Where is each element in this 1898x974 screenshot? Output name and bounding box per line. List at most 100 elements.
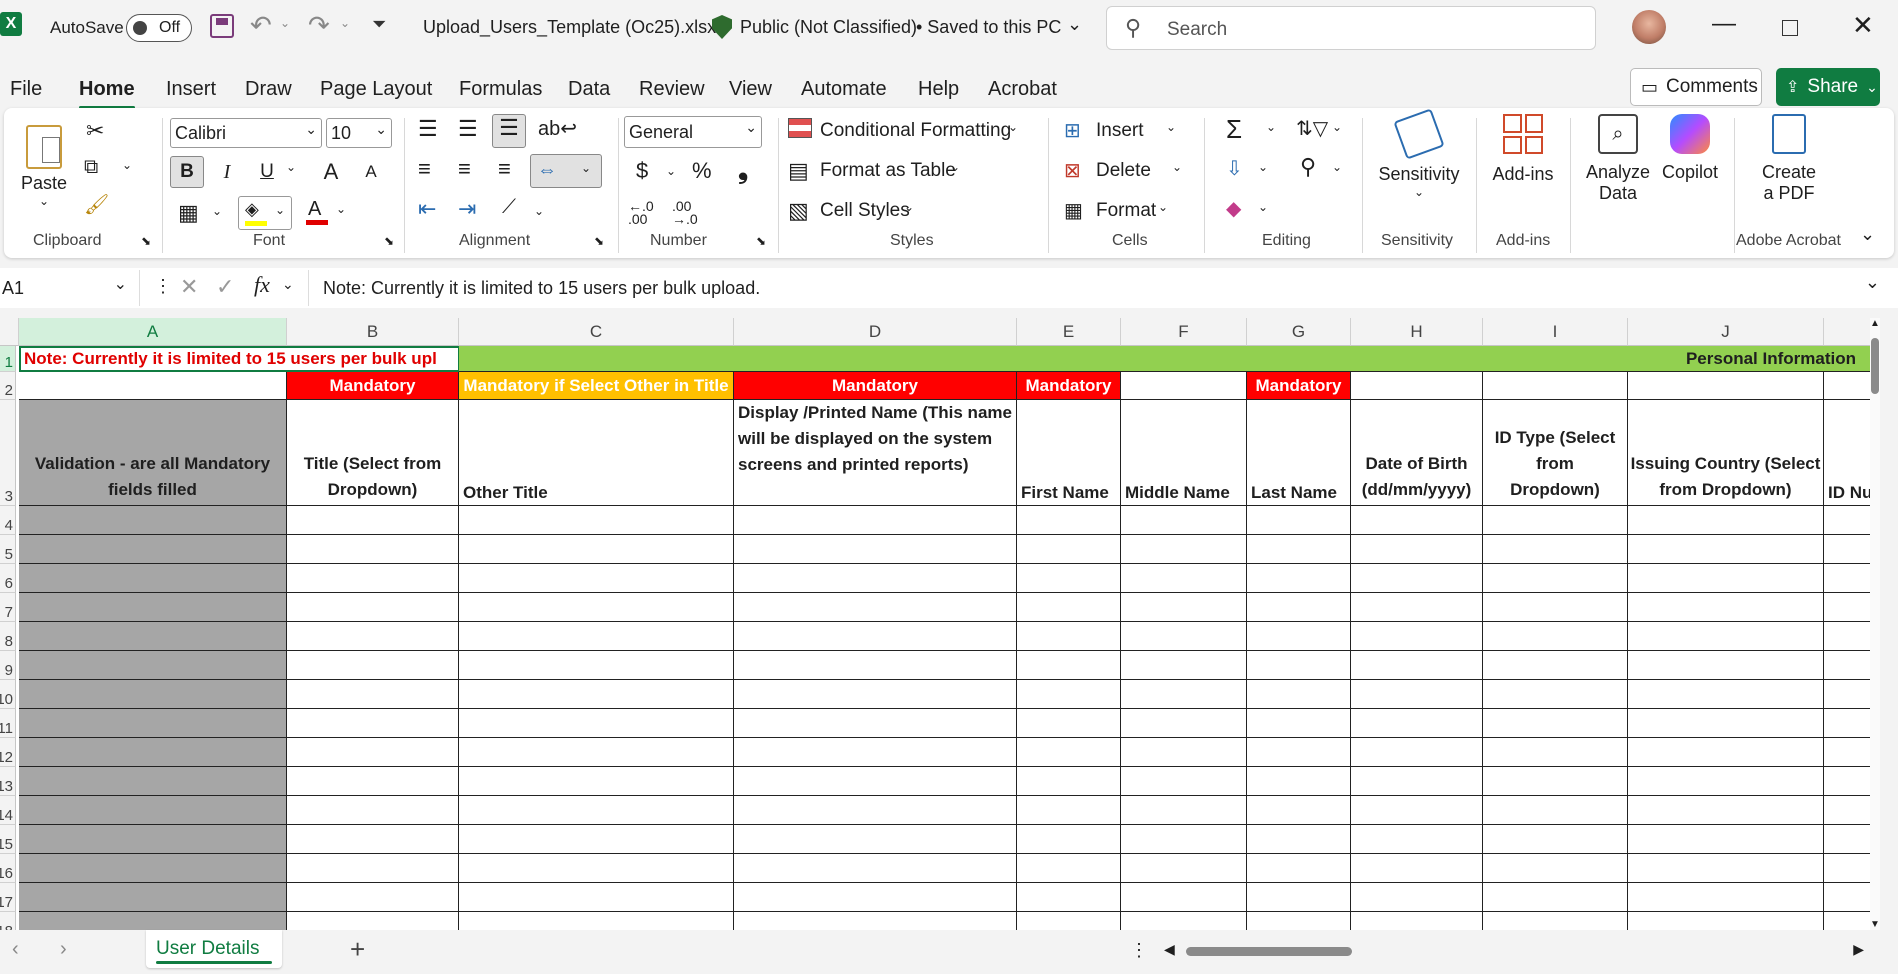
row-header[interactable]: 13	[0, 767, 16, 796]
validation-cell[interactable]	[19, 738, 287, 767]
chevron-down-icon[interactable]: ⌄	[122, 158, 132, 172]
undo-icon[interactable]: ↶	[250, 10, 272, 41]
data-cell[interactable]	[1483, 912, 1628, 930]
bold-button[interactable]: B	[170, 156, 204, 188]
column-header-b[interactable]: B	[287, 318, 459, 346]
data-cell[interactable]	[1121, 854, 1247, 883]
data-cell[interactable]	[287, 883, 459, 912]
data-cell[interactable]	[1121, 767, 1247, 796]
data-cell[interactable]	[1247, 738, 1351, 767]
data-cell[interactable]	[1247, 912, 1351, 930]
data-cell[interactable]	[459, 593, 734, 622]
conditional-mandatory-badge-c[interactable]: Mandatory if Select Other in Title	[459, 372, 734, 400]
data-cell[interactable]	[1628, 680, 1824, 709]
data-cell[interactable]	[734, 854, 1017, 883]
name-box[interactable]: A1 ⌄	[0, 270, 140, 306]
data-cell[interactable]	[734, 622, 1017, 651]
data-cell[interactable]	[734, 506, 1017, 535]
data-cell[interactable]	[1247, 622, 1351, 651]
data-cell[interactable]	[459, 651, 734, 680]
data-cell[interactable]	[734, 912, 1017, 930]
data-cell[interactable]	[1121, 825, 1247, 854]
number-format-select[interactable]: General ⌄	[624, 116, 762, 148]
borders-icon[interactable]: ▦	[178, 200, 199, 226]
data-cell[interactable]	[287, 709, 459, 738]
row-header[interactable]: 11	[0, 709, 16, 738]
share-button[interactable]: ⇪ Share ⌄	[1776, 68, 1880, 106]
confirm-entry-icon[interactable]: ✓	[216, 274, 234, 300]
chevron-down-icon[interactable]: ⌄	[666, 164, 676, 178]
format-painter-icon[interactable]: 🖌	[84, 192, 109, 217]
mandatory-badge-d[interactable]: Mandatory	[734, 372, 1017, 400]
data-cell[interactable]	[287, 680, 459, 709]
collapse-ribbon-icon[interactable]: ⌄	[1860, 224, 1875, 245]
validation-cell[interactable]	[19, 506, 287, 535]
insert-function-icon[interactable]: fx	[254, 272, 270, 298]
redo-icon[interactable]: ↷	[308, 10, 330, 41]
row-header[interactable]: 4	[0, 506, 16, 535]
data-cell[interactable]	[734, 680, 1017, 709]
font-size-select[interactable]: 10 ⌄	[326, 118, 392, 148]
insert-cells-button[interactable]: Insert	[1096, 120, 1144, 142]
tab-help[interactable]: Help	[918, 78, 959, 101]
data-cell[interactable]	[459, 564, 734, 593]
data-cell[interactable]	[1483, 535, 1628, 564]
add-sheet-button[interactable]: +	[350, 934, 365, 965]
data-cell[interactable]	[1483, 883, 1628, 912]
data-cell[interactable]	[1247, 506, 1351, 535]
data-cell[interactable]	[1017, 506, 1121, 535]
cancel-entry-icon[interactable]: ✕	[180, 274, 198, 300]
data-cell[interactable]	[1628, 651, 1824, 680]
data-cell[interactable]	[1351, 651, 1483, 680]
header-validation[interactable]: Validation - are all Mandatory fields fi…	[19, 400, 287, 506]
data-cell[interactable]	[1017, 883, 1121, 912]
data-cell[interactable]	[459, 854, 734, 883]
data-cell[interactable]	[734, 564, 1017, 593]
data-cell[interactable]	[1247, 825, 1351, 854]
row-header[interactable]: 9	[0, 651, 16, 680]
orientation-icon[interactable]: ⟋	[502, 196, 516, 219]
tab-review[interactable]: Review	[639, 78, 705, 101]
data-cell[interactable]	[1628, 854, 1824, 883]
format-as-table-icon[interactable]: ▤	[788, 158, 809, 184]
data-cell[interactable]	[734, 738, 1017, 767]
data-cell[interactable]	[287, 767, 459, 796]
data-cell[interactable]	[734, 709, 1017, 738]
data-cell[interactable]	[1121, 912, 1247, 930]
data-cell[interactable]	[1351, 796, 1483, 825]
row-header[interactable]: 1	[0, 346, 16, 372]
data-cell[interactable]	[1017, 825, 1121, 854]
comments-button[interactable]: ▭ Comments	[1630, 68, 1762, 106]
data-cell[interactable]	[1121, 738, 1247, 767]
data-cell[interactable]	[1351, 680, 1483, 709]
chevron-down-icon[interactable]: ⌄	[1258, 200, 1268, 214]
data-cell[interactable]	[459, 535, 734, 564]
row-header[interactable]: 2	[0, 372, 16, 400]
excel-logo-icon[interactable]: X	[0, 12, 22, 36]
data-cell[interactable]	[1628, 767, 1824, 796]
data-cell[interactable]	[1628, 593, 1824, 622]
tab-automate[interactable]: Automate	[801, 78, 887, 101]
row-header[interactable]: 15	[0, 825, 16, 854]
data-cell[interactable]	[734, 767, 1017, 796]
chevron-down-icon[interactable]: ⌄	[1158, 200, 1168, 214]
data-cell[interactable]	[1628, 796, 1824, 825]
data-cell[interactable]	[287, 912, 459, 930]
delete-cells-button[interactable]: Delete	[1096, 160, 1151, 182]
data-cell[interactable]	[1247, 535, 1351, 564]
data-cell[interactable]	[1121, 564, 1247, 593]
align-center-icon[interactable]: ≡	[458, 156, 471, 182]
data-cell[interactable]	[1351, 738, 1483, 767]
clear-icon[interactable]: ◆	[1226, 196, 1241, 221]
format-cells-icon[interactable]: ▦	[1064, 198, 1083, 223]
tab-acrobat[interactable]: Acrobat	[988, 78, 1057, 101]
percent-icon[interactable]: %	[692, 158, 712, 184]
column-header-j[interactable]: J	[1628, 318, 1824, 346]
comma-icon[interactable]: ❟	[738, 154, 748, 186]
chevron-down-icon[interactable]: ⌄	[1332, 120, 1342, 134]
validation-cell[interactable]	[19, 564, 287, 593]
data-cell[interactable]	[459, 825, 734, 854]
data-cell[interactable]	[459, 912, 734, 930]
format-cells-button[interactable]: Format	[1096, 200, 1156, 222]
wrap-orientation-icon[interactable]: ab↩	[538, 116, 577, 141]
